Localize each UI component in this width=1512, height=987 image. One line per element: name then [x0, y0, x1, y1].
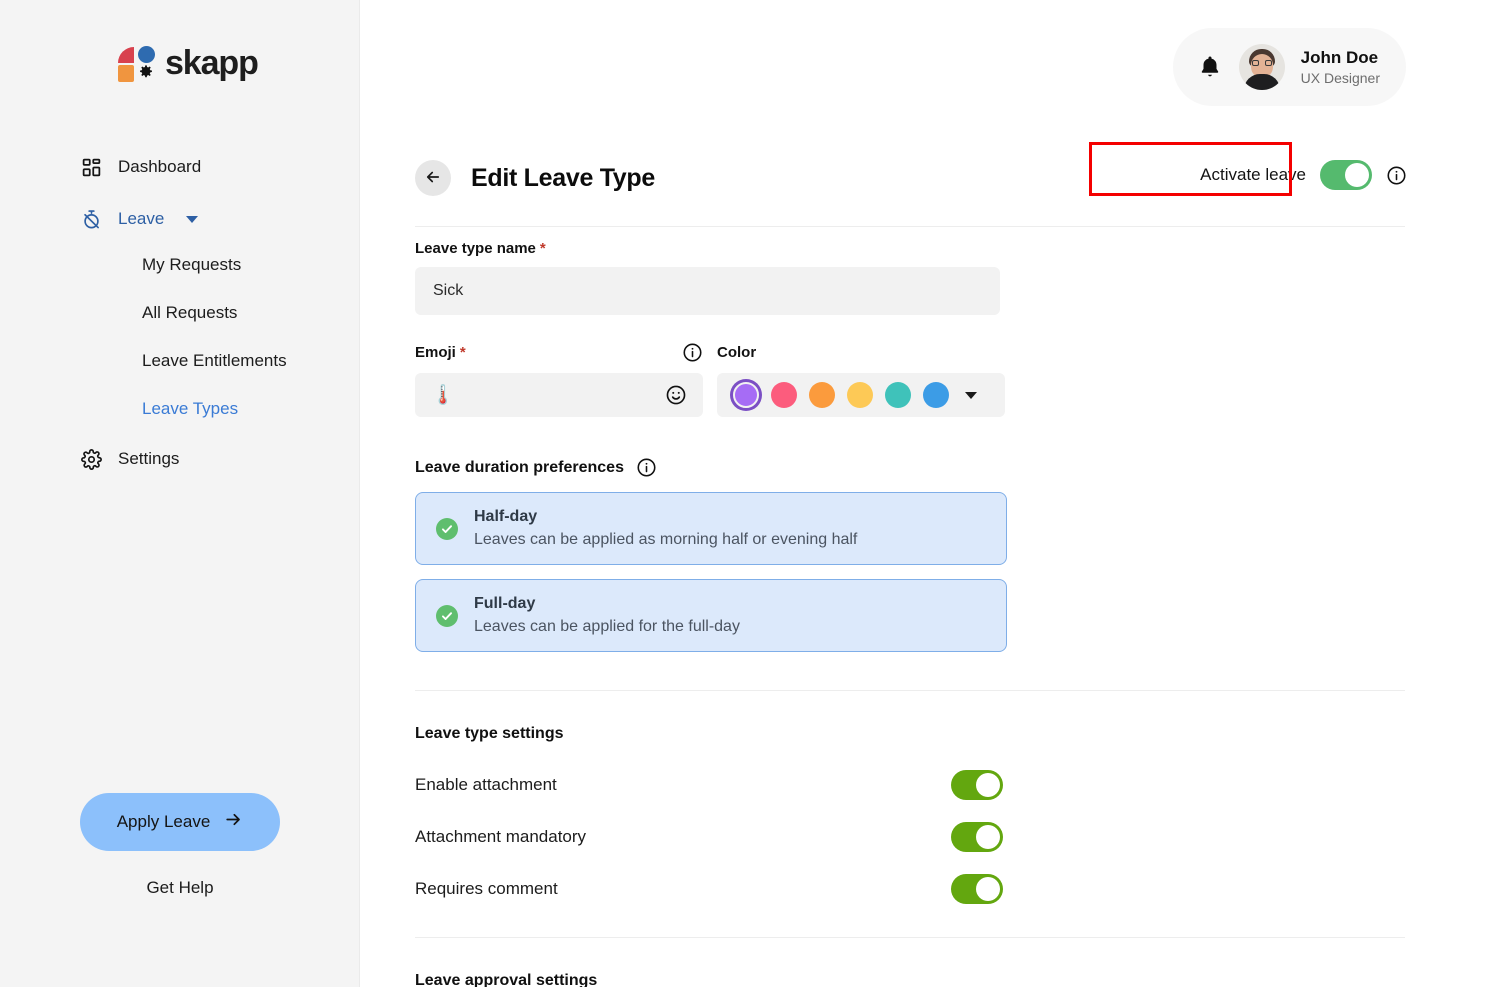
color-swatch-purple[interactable]: [733, 382, 759, 408]
sidebar-item-dashboard[interactable]: Dashboard: [0, 145, 359, 189]
emoji-field: Emoji * 🌡️: [415, 341, 703, 417]
leave-approval-settings-heading: Leave approval settings: [415, 972, 1405, 987]
page-header: Edit Leave Type: [415, 160, 655, 196]
setting-label: Enable attachment: [415, 775, 557, 795]
leave-type-name-label: Leave type name *: [415, 240, 1405, 257]
chevron-down-icon[interactable]: [965, 392, 977, 399]
settings-divider: [415, 690, 1405, 691]
check-icon: [436, 518, 458, 540]
leave-approval-settings-section: Leave approval settings Allow auto appro…: [415, 972, 1405, 987]
sidebar-item-all-requests[interactable]: All Requests: [0, 289, 359, 337]
setting-label: Attachment mandatory: [415, 827, 586, 847]
color-swatch-blue[interactable]: [923, 382, 949, 408]
chevron-down-icon[interactable]: [186, 216, 198, 223]
required-marker: *: [460, 344, 466, 361]
avatar[interactable]: [1239, 44, 1285, 90]
sidebar-item-label: Dashboard: [118, 157, 201, 177]
leave-type-name-input[interactable]: [415, 267, 1000, 315]
duration-option-half-day[interactable]: Half-dayLeaves can be applied as morning…: [415, 492, 1007, 565]
skapp-logo-icon: [118, 45, 156, 83]
brand-logo[interactable]: skapp: [118, 44, 258, 83]
setting-label: Requires comment: [415, 879, 558, 899]
sidebar-item-leave-types[interactable]: Leave Types: [0, 385, 359, 433]
app-root: skapp Dashboard: [0, 0, 1512, 987]
sidebar-subitem-label: My Requests: [142, 255, 241, 275]
emoji-value: 🌡️: [431, 383, 455, 407]
info-icon[interactable]: [682, 342, 703, 363]
sidebar-subitem-label: Leave Entitlements: [142, 351, 287, 371]
color-swatch-pink[interactable]: [771, 382, 797, 408]
leave-type-setting-row: Enable attachment: [415, 759, 1003, 811]
check-icon: [436, 605, 458, 627]
arrow-right-icon: [224, 810, 243, 834]
bell-icon[interactable]: [1197, 54, 1223, 80]
sidebar-item-leave[interactable]: Leave: [0, 197, 359, 241]
leave-type-setting-row: Attachment mandatory: [415, 811, 1003, 863]
dashboard-icon: [80, 156, 102, 178]
sidebar: skapp Dashboard: [0, 0, 360, 987]
user-name: John Doe: [1301, 47, 1380, 68]
leave-duration-heading: Leave duration preferences: [415, 457, 1405, 478]
duration-option-title: Half-day: [474, 505, 857, 528]
activate-leave-toggle[interactable]: [1320, 160, 1372, 190]
sidebar-item-label: Settings: [118, 449, 179, 469]
get-help-label: Get Help: [146, 878, 213, 897]
leave-type-name-field: Leave type name *: [415, 240, 1405, 315]
main-content: John Doe UX Designer Edit Leave Type Act…: [360, 0, 1512, 987]
sidebar-subitem-label: All Requests: [142, 303, 237, 323]
toggle-attachment-mandatory[interactable]: [951, 822, 1003, 852]
duration-option-desc: Leaves can be applied as morning half or…: [474, 528, 857, 552]
header-divider: [415, 226, 1405, 227]
sidebar-nav: Dashboard Leave My Requests All Requests: [0, 145, 359, 481]
emoji-input[interactable]: 🌡️: [415, 373, 703, 417]
sidebar-subitem-label: Leave Types: [142, 399, 238, 419]
user-role: UX Designer: [1301, 69, 1380, 87]
emoji-label: Emoji *: [415, 344, 466, 361]
sidebar-item-leave-entitlements[interactable]: Leave Entitlements: [0, 337, 359, 385]
sidebar-item-label: Leave: [118, 209, 164, 229]
color-label: Color: [717, 344, 756, 361]
color-swatch-yellow[interactable]: [847, 382, 873, 408]
info-icon[interactable]: [636, 457, 657, 478]
duration-option-title: Full-day: [474, 592, 740, 615]
gear-icon: [80, 448, 102, 470]
page-title: Edit Leave Type: [471, 164, 655, 193]
duration-option-full-day[interactable]: Full-dayLeaves can be applied for the fu…: [415, 579, 1007, 652]
toggle-enable-attachment[interactable]: [951, 770, 1003, 800]
sidebar-item-my-requests[interactable]: My Requests: [0, 241, 359, 289]
approval-divider: [415, 937, 1405, 938]
activate-leave-label: Activate leave: [1200, 165, 1306, 185]
color-swatch-orange[interactable]: [809, 382, 835, 408]
color-field: Color: [717, 341, 1005, 417]
activate-leave-control: Activate leave: [1200, 160, 1407, 190]
brand-name: skapp: [165, 44, 258, 83]
stopwatch-off-icon: [80, 208, 102, 230]
duration-option-desc: Leaves can be applied for the full-day: [474, 615, 740, 639]
required-marker: *: [540, 240, 546, 257]
leave-duration-section: Leave duration preferences Half-dayLeave…: [415, 457, 1405, 652]
sidebar-item-settings[interactable]: Settings: [0, 437, 359, 481]
arrow-left-icon: [424, 168, 442, 189]
color-swatch-teal[interactable]: [885, 382, 911, 408]
leave-type-settings-heading: Leave type settings: [415, 725, 1405, 743]
apply-leave-button[interactable]: Apply Leave: [80, 793, 280, 851]
color-swatch-list: [717, 373, 1005, 417]
user-topbar: John Doe UX Designer: [1173, 28, 1406, 106]
toggle-requires-comment[interactable]: [951, 874, 1003, 904]
edit-leave-type-form: Leave type name * Emoji *: [415, 240, 1405, 987]
emoji-color-row: Emoji * 🌡️: [415, 341, 1405, 417]
leave-type-setting-row: Requires comment: [415, 863, 1003, 915]
smiley-icon[interactable]: [665, 384, 687, 406]
info-icon[interactable]: [1386, 165, 1407, 186]
back-button[interactable]: [415, 160, 451, 196]
apply-leave-label: Apply Leave: [117, 812, 211, 832]
get-help-link[interactable]: Get Help: [0, 878, 360, 898]
leave-type-settings-section: Leave type settings Enable attachment Att…: [415, 725, 1405, 915]
